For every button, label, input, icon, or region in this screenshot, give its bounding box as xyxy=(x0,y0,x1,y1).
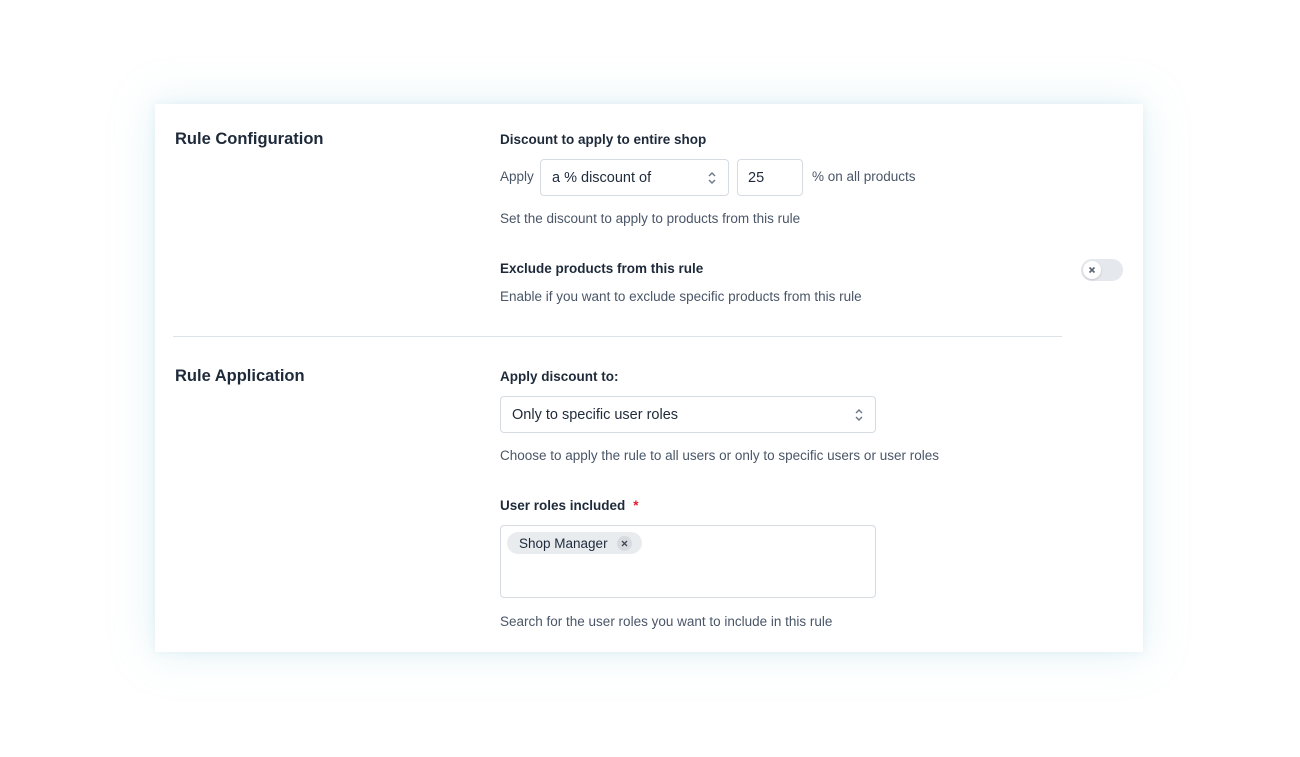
apply-discount-to-label: Apply discount to: xyxy=(500,369,619,384)
chevron-up-down-icon xyxy=(855,408,863,421)
apply-discount-to-help-text: Choose to apply the rule to all users or… xyxy=(500,448,939,463)
toggle-knob xyxy=(1083,261,1101,279)
user-roles-label-text: User roles included xyxy=(500,498,626,513)
apply-discount-to-value: Only to specific user roles xyxy=(512,406,679,423)
user-roles-label: User roles included * xyxy=(500,498,639,513)
chevron-up-down-icon xyxy=(708,171,716,184)
user-roles-help-text: Search for the user roles you want to in… xyxy=(500,614,833,629)
required-marker: * xyxy=(633,498,639,513)
section-divider xyxy=(173,336,1062,337)
rule-application-title: Rule Application xyxy=(175,367,305,385)
role-tag-shop-manager: Shop Manager xyxy=(507,532,642,554)
discount-suffix: % on all products xyxy=(812,169,916,184)
user-roles-input[interactable]: Shop Manager xyxy=(500,525,876,598)
rule-settings-card: Rule Configuration Discount to apply to … xyxy=(155,104,1143,652)
discount-help-text: Set the discount to apply to products fr… xyxy=(500,211,801,226)
rule-configuration-title: Rule Configuration xyxy=(175,130,324,148)
apply-prefix: Apply xyxy=(500,169,534,184)
discount-type-value: a % discount of xyxy=(552,169,652,186)
discount-amount-input[interactable]: 25 xyxy=(737,159,803,196)
apply-discount-to-select[interactable]: Only to specific user roles xyxy=(500,396,876,433)
exclude-products-help-text: Enable if you want to exclude specific p… xyxy=(500,289,862,304)
close-icon[interactable] xyxy=(616,535,632,551)
close-icon xyxy=(1088,266,1096,274)
discount-label: Discount to apply to entire shop xyxy=(500,132,707,147)
exclude-products-label: Exclude products from this rule xyxy=(500,261,704,276)
discount-amount-value: 25 xyxy=(748,169,765,186)
discount-type-select[interactable]: a % discount of xyxy=(540,159,729,196)
exclude-products-toggle[interactable] xyxy=(1081,259,1123,281)
role-tag-label: Shop Manager xyxy=(519,535,608,551)
